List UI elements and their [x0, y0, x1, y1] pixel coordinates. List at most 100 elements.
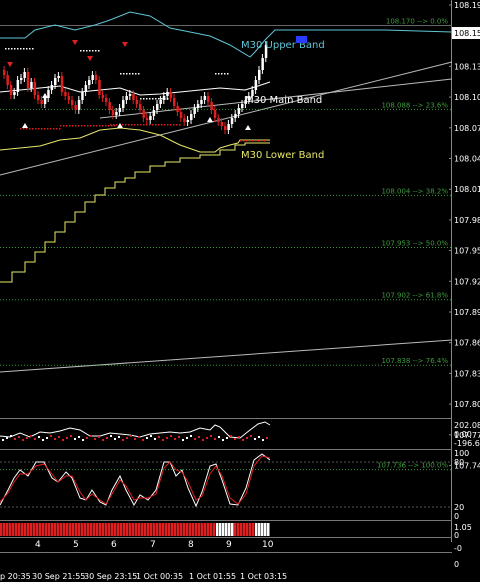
support-dot [78, 125, 80, 127]
fib-level-label: 108.088 --> 23.6% [381, 101, 448, 109]
resistance-dot [167, 98, 169, 100]
support-dot [252, 140, 254, 142]
support-dot [134, 124, 136, 126]
resistance-dot [83, 50, 85, 52]
resistance-dot [123, 73, 125, 75]
cci-dot [190, 435, 192, 437]
resistance-dot [98, 50, 100, 52]
histogram-bar [96, 523, 99, 536]
indicator-panel-stochastic[interactable]: 100 80 20 0 [0, 449, 469, 521]
time-axis: p 20:35 30 Sep 21:55 30 Sep 23:15 1 Oct … [0, 572, 287, 581]
histogram-bar [0, 523, 3, 536]
support-dot [23, 128, 25, 130]
histogram-bar [12, 523, 15, 536]
candle-body [33, 82, 37, 95]
histogram-bar [72, 523, 75, 536]
resistance-dot [89, 50, 91, 52]
support-dot [255, 140, 257, 142]
candle-body [64, 92, 67, 96]
hist-label-4: 0 [454, 560, 459, 569]
histogram-bar [69, 523, 72, 536]
support-dot [20, 128, 22, 130]
candle-body [210, 102, 213, 110]
resistance-dot [14, 48, 16, 50]
day-label: 10 [262, 540, 274, 550]
cci-dot [210, 435, 212, 437]
histogram-bar [3, 523, 6, 536]
candle-body [207, 96, 210, 102]
support-dot [246, 140, 248, 142]
support-dot [167, 124, 169, 126]
resistance-dot [29, 48, 31, 50]
resistance-dot [5, 48, 7, 50]
resistance-dot [140, 98, 142, 100]
candle-body [125, 96, 128, 100]
cci-dot [266, 437, 268, 439]
histogram-bar [78, 523, 81, 536]
cci-dot [222, 439, 224, 441]
cci-zero-label: 0.00 [454, 430, 472, 439]
candle-body [149, 116, 152, 120]
candle-body [74, 105, 77, 110]
support-dot [140, 124, 142, 126]
cci-dot [14, 438, 16, 440]
support-dot [176, 124, 178, 126]
resistance-dot [135, 73, 137, 75]
histogram-bar [147, 523, 150, 536]
price-axis-label: 107.920 [454, 277, 480, 286]
candle-body [234, 114, 237, 118]
resistance-dot [221, 73, 223, 75]
cci-dot [202, 439, 204, 441]
trading-chart[interactable]: 108.170 --> 0.0% 108.088 --> 23.6% 108.004… [0, 0, 480, 582]
histogram-bar [150, 523, 153, 536]
histogram-bar [192, 523, 195, 536]
time-label: 30 Sep 23:15 [84, 572, 137, 581]
candle-body [227, 124, 230, 130]
support-dot [240, 140, 242, 142]
resistance-dot [164, 98, 166, 100]
stoch-signal-line [0, 455, 271, 505]
support-dot [161, 124, 163, 126]
cci-dot [118, 436, 120, 438]
histogram-bar [99, 523, 102, 536]
main-price-panel[interactable]: 108.170 --> 0.0% 108.088 --> 23.6% 108.004… [0, 0, 480, 542]
histogram-bar [18, 523, 21, 536]
candle-body [224, 126, 227, 130]
candle-body [60, 76, 64, 92]
histogram-bar [27, 523, 30, 536]
histogram-bar [114, 523, 117, 536]
resistance-dot [218, 73, 220, 75]
resistance-dot [132, 73, 134, 75]
support-dot [69, 125, 71, 127]
cci-dot [178, 436, 180, 438]
cci-dot [90, 435, 92, 437]
candle-body [145, 118, 149, 120]
cci-dot [218, 436, 220, 438]
support-dot [108, 125, 110, 127]
cci-dot [94, 438, 96, 440]
indicator-panel-cci[interactable]: 202.088 0.00 -196.667 [0, 421, 480, 448]
time-label: 1 Oct 03:15 [240, 572, 287, 581]
support-dot [72, 125, 74, 127]
candle-body [3, 70, 6, 75]
support-dot [110, 124, 112, 126]
support-dot [152, 124, 154, 126]
histogram-bar [57, 523, 60, 536]
support-dot [116, 124, 118, 126]
histogram-bar [228, 523, 231, 536]
candle-body [54, 78, 57, 85]
cci-dot [154, 438, 156, 440]
histogram-bar [36, 523, 39, 536]
histogram-bar [204, 523, 207, 536]
histogram-bar [93, 523, 96, 536]
histogram-bar [132, 523, 135, 536]
cci-dot [18, 436, 20, 438]
candle-body [193, 108, 196, 114]
cci-dot [74, 438, 76, 440]
support-dot [179, 124, 181, 126]
price-axis-label: 107.860 [454, 339, 480, 348]
cci-dot [206, 437, 208, 439]
histogram-bar [21, 523, 24, 536]
current-price-value: 108.158 [454, 29, 480, 38]
histogram-bar [141, 523, 144, 536]
